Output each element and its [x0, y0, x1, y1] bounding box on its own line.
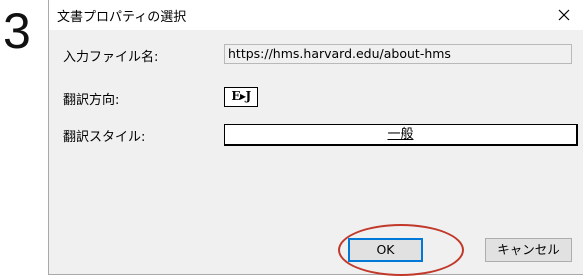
document-properties-dialog: 文書プロパティの選択 入力ファイル名: https://hms.harvard.… — [48, 0, 583, 276]
ok-button[interactable]: OK — [348, 238, 423, 262]
direction-label: 翻訳方向: — [63, 93, 120, 108]
close-icon — [558, 9, 570, 21]
dialog-title: 文書プロパティの選択 — [57, 10, 187, 25]
translation-direction-icon[interactable]: E▸J — [224, 87, 258, 107]
translation-style-value: 一般 — [387, 127, 414, 142]
filename-field: https://hms.harvard.edu/about-hms — [224, 44, 572, 64]
translation-style-select[interactable]: 一般 — [224, 124, 578, 146]
style-label: 翻訳スタイル: — [63, 130, 146, 145]
dialog-titlebar: 文書プロパティの選択 — [49, 0, 583, 30]
filename-label: 入力ファイル名: — [63, 50, 159, 65]
close-button[interactable] — [544, 0, 583, 30]
step-number: 3 — [3, 3, 31, 59]
cancel-button[interactable]: キャンセル — [485, 238, 572, 262]
